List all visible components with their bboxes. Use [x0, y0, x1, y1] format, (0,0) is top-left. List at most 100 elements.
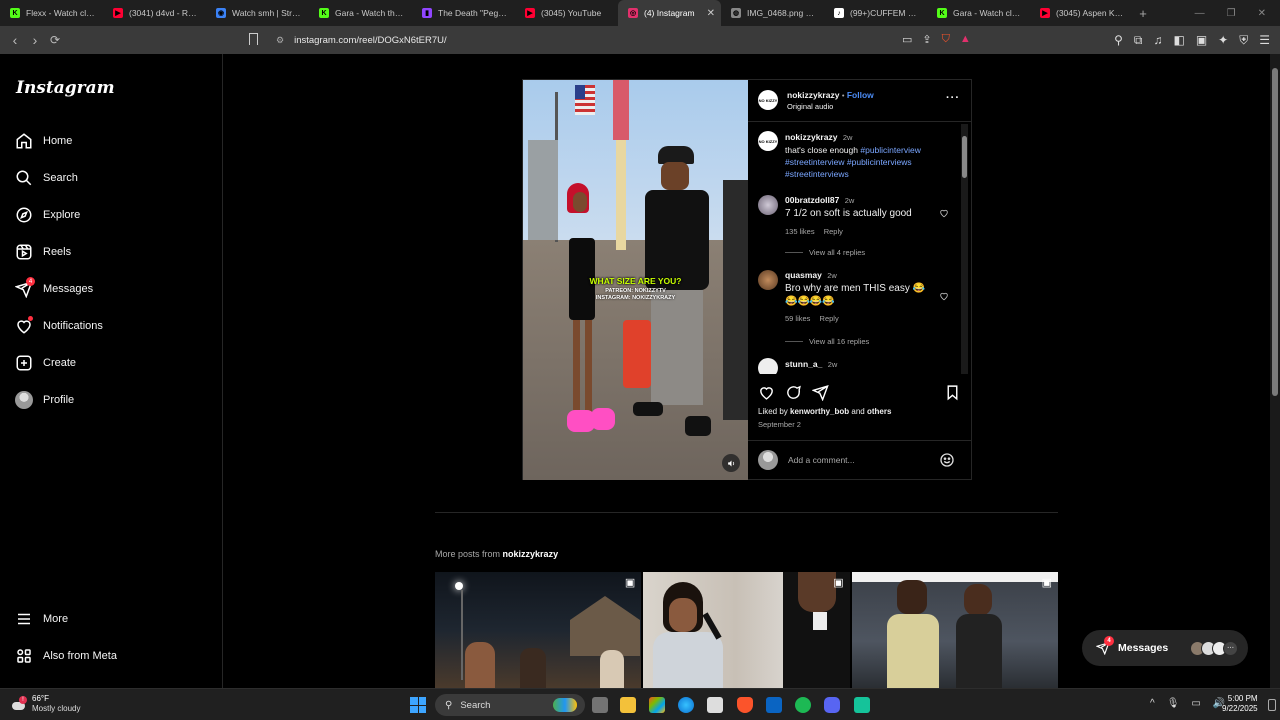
reload-icon[interactable]: ⟳ — [45, 33, 65, 47]
browser-tab[interactable]: ▶ (3045) Aspen Karti — [1030, 0, 1133, 26]
app-icon[interactable] — [854, 697, 870, 713]
browser-tab[interactable]: ▶ (3041) d4vd - Romo — [103, 0, 206, 26]
post-thumbnail[interactable]: ▣ — [851, 572, 1058, 688]
microphone-icon[interactable]: 🎙 — [1167, 698, 1180, 709]
comment-avatar[interactable] — [758, 195, 778, 215]
wallet-icon[interactable]: ▣ — [1196, 33, 1207, 47]
extensions-icon[interactable]: ⚲ — [1114, 33, 1123, 47]
emoji-icon[interactable] — [939, 452, 955, 468]
file-explorer-icon[interactable] — [620, 697, 636, 713]
back-icon[interactable]: ‹ — [5, 32, 25, 48]
minimize-icon[interactable]: — — [1195, 8, 1205, 19]
author-avatar[interactable]: NO KIZZY — [758, 90, 778, 110]
view-replies[interactable]: View all 4 replies — [785, 248, 865, 257]
comment-username[interactable]: 00bratzdoll87 — [785, 195, 839, 205]
comments-scrollbar[interactable] — [961, 124, 968, 374]
outlook-icon[interactable] — [766, 697, 782, 713]
like-icon[interactable] — [758, 384, 775, 401]
caption-username[interactable]: nokizzykrazy — [785, 132, 837, 142]
sidebar-item-profile[interactable]: Profile — [15, 391, 74, 409]
caption-avatar[interactable]: NO KIZZY — [758, 131, 778, 151]
reel-video[interactable]: WHAT SIZE ARE YOU? PATREON: NOKIZZYTV IN… — [523, 80, 748, 480]
store-icon[interactable] — [707, 697, 723, 713]
close-tab-icon[interactable]: ✕ — [707, 8, 715, 19]
liked-by-others[interactable]: others — [867, 407, 891, 416]
comment-reply[interactable]: Reply — [824, 227, 843, 236]
browser-tab[interactable]: K Gara - Watch clips — [927, 0, 1030, 26]
brave-icon[interactable] — [737, 697, 753, 713]
media-icon[interactable]: ♫ — [1153, 33, 1162, 47]
sidebar-item-also-from-meta[interactable]: Also from Meta — [15, 647, 117, 665]
page-scrollbar-thumb[interactable] — [1272, 68, 1278, 396]
view-replies[interactable]: View all 16 replies — [785, 337, 869, 346]
liked-by-user[interactable]: kenworthy_bob — [790, 407, 849, 416]
browser-tab[interactable]: ▮ The Death "Pegasus — [412, 0, 515, 26]
sidebar-item-create[interactable]: Create — [15, 354, 76, 372]
browser-tab[interactable]: ◎ (4) Instagram ✕ — [618, 0, 721, 26]
comment-reply[interactable]: Reply — [820, 314, 839, 323]
comment-avatar[interactable] — [758, 270, 778, 290]
more-posts-user[interactable]: nokizzykrazy — [503, 549, 559, 559]
sidebar-toggle-icon[interactable]: ◧ — [1173, 33, 1184, 47]
address-bar[interactable]: ⚙ instagram.com/reel/DOGxN6tER7U/ — [243, 30, 993, 50]
add-comment-input[interactable]: Add a comment... — [788, 455, 855, 465]
more-options-icon[interactable]: ··· — [946, 92, 960, 104]
comment-username[interactable]: quasmay — [785, 270, 822, 280]
restore-icon[interactable]: ❐ — [1227, 8, 1236, 19]
sidebar-item-notifications[interactable]: Notifications — [15, 316, 103, 335]
windows-start-icon[interactable] — [410, 697, 426, 713]
comment-avatar[interactable] — [758, 358, 778, 374]
scrollbar-thumb[interactable] — [962, 136, 967, 178]
share-icon[interactable] — [812, 384, 829, 401]
cast-icon[interactable]: ▭ — [902, 33, 912, 46]
browser-tab[interactable]: K Gara - Watch the V — [309, 0, 412, 26]
mute-button[interactable] — [722, 454, 740, 472]
browser-tab[interactable]: ▶ (3045) YouTube — [515, 0, 618, 26]
comment-likes[interactable]: 59 likes — [785, 314, 810, 323]
site-settings-icon[interactable]: ⚙ — [276, 35, 284, 46]
sidebar-item-messages[interactable]: 4 Messages — [14, 277, 93, 299]
browser-tab[interactable]: ◉ Watch smh | Stream — [206, 0, 309, 26]
follow-button[interactable]: Follow — [847, 90, 874, 100]
sidebar-item-home[interactable]: Home — [15, 132, 72, 150]
forward-icon[interactable]: › — [25, 32, 45, 48]
sidebar-item-explore[interactable]: Explore — [15, 206, 80, 224]
instagram-logo[interactable]: Instagram — [16, 78, 115, 98]
leo-icon[interactable]: ✦ — [1218, 33, 1228, 47]
screenshot-icon[interactable]: ⧉ — [1134, 33, 1143, 48]
comment-likes[interactable]: 135 likes — [785, 227, 815, 236]
author-username[interactable]: nokizzykrazy — [787, 90, 839, 100]
notification-center-icon[interactable] — [1268, 699, 1276, 711]
brave-rewards-icon[interactable]: ▲ — [960, 33, 971, 46]
tray-chevron-icon[interactable]: ^ — [1150, 698, 1155, 709]
close-window-icon[interactable]: ✕ — [1258, 8, 1266, 19]
messages-floating-button[interactable]: 4 Messages ··· — [1082, 630, 1248, 666]
sidebar-item-search[interactable]: Search — [15, 169, 78, 187]
like-comment-icon[interactable] — [939, 291, 949, 301]
new-tab-icon[interactable]: + — [1133, 6, 1153, 21]
save-icon[interactable] — [944, 384, 961, 401]
edge-icon[interactable] — [678, 697, 694, 713]
vpn-icon[interactable]: ⛨ — [1239, 33, 1248, 48]
share-icon[interactable]: ⇪ — [922, 33, 931, 46]
browser-tab[interactable]: K Flexx - Watch clips — [0, 0, 103, 26]
weather-widget[interactable]: ! 66°F Mostly cloudy — [10, 694, 80, 714]
post-thumbnail[interactable]: ▣ — [435, 572, 642, 688]
network-icon[interactable]: ▭ — [1191, 698, 1200, 709]
like-comment-icon[interactable] — [939, 208, 949, 218]
sidebar-item-more[interactable]: More — [15, 610, 68, 628]
browser-tab[interactable]: ◍ IMG_0468.png (400 — [721, 0, 824, 26]
sidebar-item-reels[interactable]: Reels — [15, 243, 71, 261]
post-thumbnail[interactable]: ▣ — [643, 572, 850, 688]
copilot-icon[interactable] — [649, 697, 665, 713]
taskbar-search[interactable]: ⚲ Search — [435, 694, 585, 716]
comment-username[interactable]: stunn_a_ — [785, 359, 822, 369]
browser-tab[interactable]: ♪ (99+)CUFFEM prov — [824, 0, 927, 26]
discord-icon[interactable] — [824, 697, 840, 713]
audio-label[interactable]: Original audio — [787, 102, 833, 111]
spotify-icon[interactable] — [795, 697, 811, 713]
task-view-icon[interactable] — [592, 697, 608, 713]
comment-icon[interactable] — [785, 384, 802, 401]
page-scrollbar[interactable] — [1270, 54, 1280, 688]
menu-icon[interactable]: ☰ — [1259, 33, 1270, 47]
